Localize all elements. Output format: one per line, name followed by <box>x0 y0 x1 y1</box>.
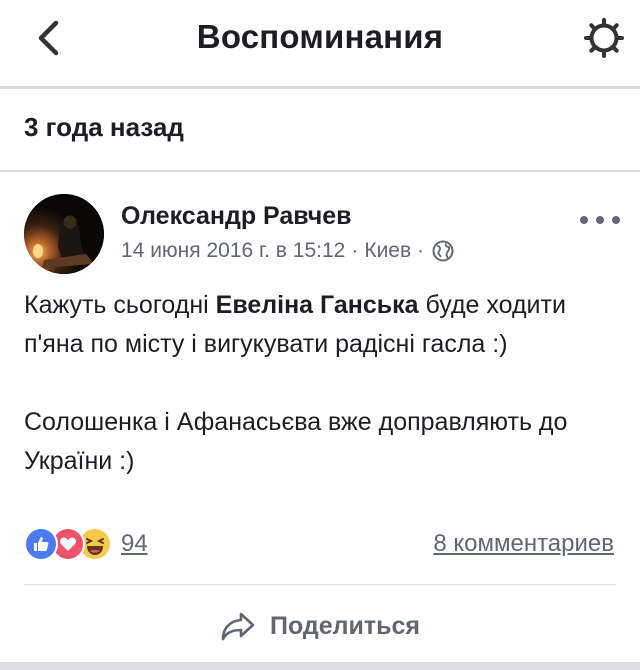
top-navigation-bar: Воспоминания <box>0 0 640 89</box>
author-name[interactable]: Олександр Равчев <box>121 202 352 231</box>
meta-separator: · <box>351 239 359 262</box>
meta-separator: · <box>417 239 425 262</box>
share-arrow-icon <box>220 610 256 642</box>
post-date[interactable]: 14 июня 2016 г. в 15:12 <box>121 239 345 263</box>
like-icon <box>24 527 58 561</box>
avatar[interactable] <box>24 194 104 274</box>
page-title: Воспоминания <box>196 18 444 55</box>
share-label: Поделиться <box>269 611 421 640</box>
share-button[interactable]: Поделиться <box>0 596 640 656</box>
post-location[interactable]: Киев <box>364 239 411 263</box>
more-dots-icon <box>580 216 588 224</box>
memory-post: Олександр Равчев 14 июня 2016 г. в 15:12… <box>0 172 640 670</box>
gear-icon <box>584 18 624 58</box>
post-meta: 14 июня 2016 г. в 15:12 · Киев · <box>121 239 454 263</box>
post-paragraph: Солошенка і Афанасьєва вже доправляють д… <box>24 408 568 475</box>
globe-icon <box>432 240 454 262</box>
section-title: 3 года назад <box>24 112 184 142</box>
avatar-photo <box>24 194 104 274</box>
settings-button[interactable] <box>580 14 628 62</box>
actions-divider <box>24 584 616 585</box>
comments-link[interactable]: 8 комментариев <box>433 530 614 558</box>
post-text: Кажуть сьогодні Евеліна Ганська буде ход… <box>24 286 624 481</box>
reactions-summary[interactable]: 94 <box>24 527 148 561</box>
more-options-button[interactable] <box>580 210 620 230</box>
tagged-person[interactable]: Евеліна Ганська <box>216 291 419 319</box>
reactions-count: 94 <box>121 530 148 557</box>
bottom-separator <box>0 662 640 670</box>
post-paragraph: Кажуть сьогодні Евеліна Ганська буде ход… <box>24 291 566 358</box>
